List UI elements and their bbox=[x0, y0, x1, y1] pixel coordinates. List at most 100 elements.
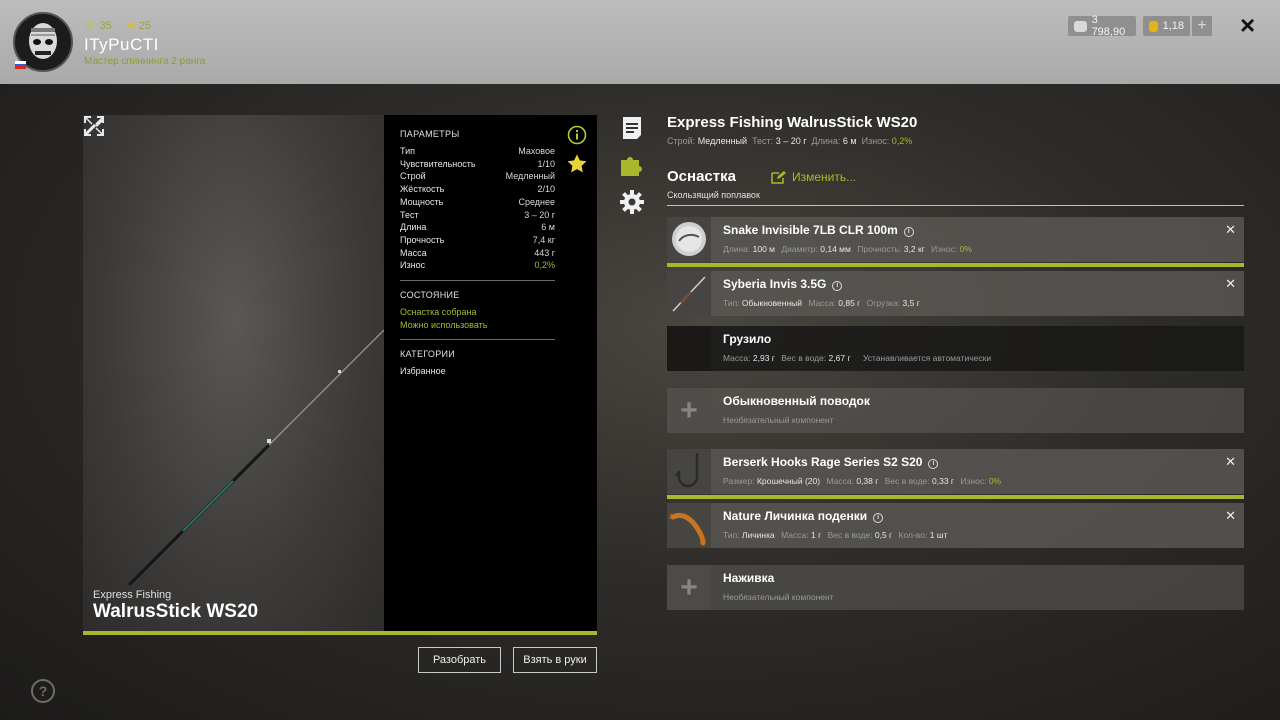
gold-value: 1,18 bbox=[1162, 20, 1184, 32]
spec-value: 0,2% bbox=[891, 136, 913, 146]
rod-title: Express Fishing WalrusStick WS20 bbox=[667, 114, 918, 131]
parameter-row: Износ 0,2% bbox=[400, 259, 555, 272]
preview-model: WalrusStick WS20 bbox=[93, 601, 259, 622]
spec-value: 3 – 20 г bbox=[775, 136, 807, 146]
puzzle-icon[interactable] bbox=[619, 152, 645, 178]
parameters-panel: ПАРАМЕТРЫ Тип Маховое Чувствительность 1/10… bbox=[384, 115, 597, 631]
info-icon[interactable]: i bbox=[832, 281, 843, 291]
edit-icon bbox=[771, 171, 786, 184]
hook-image bbox=[667, 449, 711, 494]
parameter-row: Мощность Среднее bbox=[400, 196, 555, 209]
flag-icon bbox=[15, 61, 26, 70]
remove-icon[interactable]: ✕ bbox=[1225, 276, 1236, 292]
parameter-label: Длина bbox=[400, 222, 427, 233]
change-rig-link[interactable]: Изменить... bbox=[771, 170, 856, 184]
parameter-label: Прочность bbox=[400, 234, 445, 245]
parameter-row: Прочность 7,4 кг bbox=[400, 234, 555, 247]
player-stats: ◎ 35 ★ 25 bbox=[84, 19, 157, 32]
item-note: Необязательный компонент bbox=[723, 415, 834, 425]
item-accent-line bbox=[667, 495, 1244, 499]
preview-accent-line bbox=[83, 631, 597, 635]
parameter-value: 3 – 20 г bbox=[524, 209, 555, 220]
description-icon[interactable] bbox=[619, 115, 645, 141]
close-icon[interactable]: × bbox=[1240, 12, 1255, 38]
parameter-value: Медленный bbox=[505, 171, 555, 182]
star-small-icon: ★ bbox=[126, 20, 137, 32]
parameter-value: 6 м bbox=[541, 222, 555, 233]
float-image bbox=[667, 271, 711, 316]
spec-label: Износ: bbox=[861, 136, 890, 146]
info-icon[interactable] bbox=[567, 125, 587, 145]
rig-item-bait-slot[interactable]: + Наживка Необязательный компонент bbox=[667, 565, 1244, 610]
silver-balance: 3 798,90 bbox=[1068, 14, 1136, 38]
divider bbox=[400, 280, 555, 282]
parameter-row: Чувствительность 1/10 bbox=[400, 158, 555, 171]
parameter-value: 7,4 кг bbox=[532, 234, 555, 245]
silver-coins-icon bbox=[1074, 20, 1087, 32]
level-icon: ◎ bbox=[84, 20, 94, 32]
item-name: Syberia Invis 3.5G i bbox=[723, 277, 843, 291]
spec-label: Длина: bbox=[811, 136, 841, 146]
state-usable: Можно использовать bbox=[400, 319, 488, 330]
item-meta: Длина: 100 м Диаметр: 0,14 мм Прочность:… bbox=[723, 244, 972, 254]
remove-icon[interactable]: ✕ bbox=[1225, 222, 1236, 238]
rig-item-bait[interactable]: Nature Личинка поденки i Тип: Личинка Мас… bbox=[667, 503, 1244, 548]
parameter-row: Строй Медленный bbox=[400, 170, 555, 183]
stars-value: 25 bbox=[138, 20, 152, 32]
parameter-value: 1/10 bbox=[537, 158, 555, 169]
parameter-value: 443 г bbox=[534, 247, 555, 258]
rig-item-line[interactable]: Snake Invisible 7LB CLR 100m i Длина: 100… bbox=[667, 217, 1244, 267]
parameter-label: Строй bbox=[400, 171, 426, 182]
parameter-label: Чувствительность bbox=[400, 158, 476, 169]
item-note: Необязательный компонент bbox=[723, 592, 834, 602]
state-assembled: Оснастка собрана bbox=[400, 307, 477, 318]
rig-item-leader[interactable]: + Обыкновенный поводок Необязательный ко… bbox=[667, 388, 1244, 433]
rod-specs: Строй: Медленный Тест: 3 – 20 г Длина: 6… bbox=[667, 136, 912, 146]
gold-balance: 1,18 bbox=[1143, 16, 1190, 36]
larva-image bbox=[667, 503, 711, 548]
parameter-row: Тип Маховое bbox=[400, 145, 555, 158]
rig-item-float[interactable]: Syberia Invis 3.5G i Тип: Обыкновенный Ма… bbox=[667, 271, 1244, 316]
item-accent-line bbox=[667, 263, 1244, 267]
rod-image bbox=[127, 329, 384, 587]
rig-type: Скользящий поплавок bbox=[667, 190, 760, 200]
rig-item-hook[interactable]: Berserk Hooks Rage Series S2 S20 i Размер… bbox=[667, 449, 1244, 499]
rig-item-sinker: Грузило Масса: 2,93 г Вес в воде: 2,67 г… bbox=[667, 326, 1244, 371]
item-meta: Тип: Обыкновенный Масса: 0,85 г Огрузка:… bbox=[723, 298, 920, 308]
remove-icon[interactable]: ✕ bbox=[1225, 454, 1236, 470]
top-bar: ◎ 35 ★ 25 ITyPuCTI Мастер спиннинга 2 ранг… bbox=[0, 0, 1280, 84]
gear-icon[interactable] bbox=[619, 189, 645, 215]
parameter-row: Длина 6 м bbox=[400, 221, 555, 234]
parameter-label: Тип bbox=[400, 146, 416, 156]
paint-brush-icon[interactable] bbox=[83, 115, 105, 137]
info-icon[interactable]: i bbox=[903, 227, 914, 237]
preview-brand: Express Fishing bbox=[93, 589, 172, 601]
rod-preview[interactable]: Express Fishing WalrusStick WS20 bbox=[83, 115, 384, 631]
rig-title: Оснастка bbox=[667, 168, 736, 185]
info-icon[interactable]: i bbox=[928, 459, 939, 469]
take-in-hands-button[interactable]: Взять в руки bbox=[513, 647, 597, 673]
parameter-label: Мощность bbox=[400, 196, 444, 207]
favorite-star-icon[interactable] bbox=[566, 153, 588, 175]
categories-heading: КАТЕГОРИИ bbox=[400, 349, 456, 360]
parameter-label: Масса bbox=[400, 247, 427, 258]
item-name: Наживка bbox=[723, 571, 775, 585]
parameter-row: Масса 443 г bbox=[400, 247, 555, 260]
spec-label: Тест: bbox=[752, 136, 774, 146]
help-icon[interactable]: ? bbox=[30, 678, 56, 704]
spec-value: 6 м bbox=[842, 136, 857, 146]
remove-icon[interactable]: ✕ bbox=[1225, 508, 1236, 524]
add-icon: + bbox=[667, 388, 711, 433]
divider bbox=[667, 205, 1244, 206]
sinker-image bbox=[667, 326, 711, 371]
spec-value: Медленный bbox=[697, 136, 748, 146]
line-spool-image bbox=[667, 217, 711, 262]
silver-value: 3 798,90 bbox=[1091, 14, 1126, 38]
parameter-value: 0,2% bbox=[534, 260, 555, 271]
category-favorite: Избранное bbox=[400, 366, 446, 377]
parameter-value: Маховое bbox=[518, 146, 555, 156]
disassemble-button[interactable]: Разобрать bbox=[418, 647, 501, 673]
parameter-label: Износ bbox=[400, 260, 426, 271]
info-icon[interactable]: i bbox=[873, 513, 884, 523]
add-currency-button[interactable]: + bbox=[1192, 16, 1212, 36]
